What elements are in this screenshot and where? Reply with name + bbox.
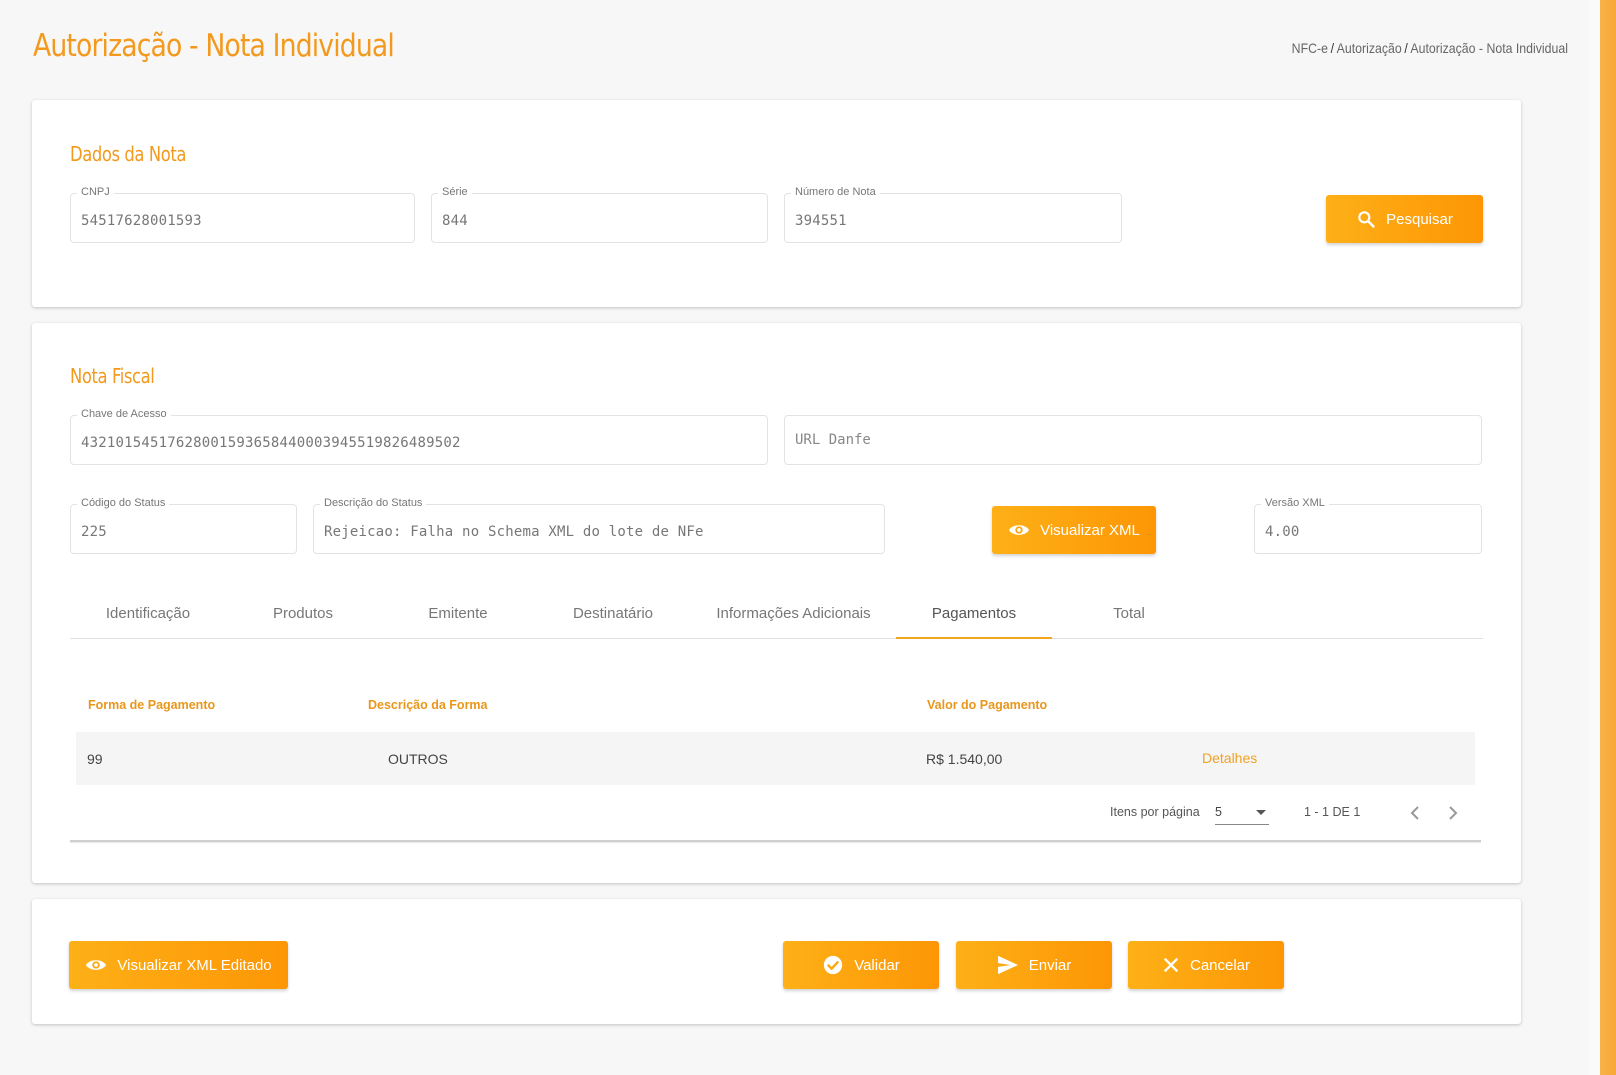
side-panel-edge	[1600, 0, 1616, 1075]
send-icon	[997, 955, 1018, 975]
descricao-status-value: Rejeicao: Falha no Schema XML do lote de…	[324, 524, 704, 540]
table-divider	[70, 840, 1481, 842]
cell-valor: R$ 1.540,00	[926, 751, 1003, 767]
column-forma-pagamento: Forma de Pagamento	[88, 698, 216, 712]
tab-identificacao[interactable]: Identificação	[70, 595, 226, 639]
cancelar-button[interactable]: Cancelar	[1128, 941, 1284, 989]
scrollbar-track[interactable]	[1590, 0, 1600, 1075]
breadcrumb: NFC-e / Autorização / Autorização - Nota Ind…	[1292, 40, 1568, 56]
descricao-status-field[interactable]: Descrição do Status Rejeicao: Falha no S…	[313, 497, 885, 554]
cnpj-field[interactable]: CNPJ 54517628001593	[70, 186, 415, 243]
cancelar-label: Cancelar	[1189, 956, 1251, 974]
page-size-value: 5	[1215, 805, 1222, 819]
nota-tabs: Identificação Produtos Emitente Destinat…	[70, 595, 1483, 639]
next-page-button[interactable]	[1443, 803, 1463, 823]
search-icon	[1358, 211, 1375, 228]
breadcrumb-separator: /	[1404, 40, 1408, 56]
validar-label: Validar	[854, 956, 900, 974]
numero-nota-field[interactable]: Número de Nota 394551	[784, 186, 1122, 243]
column-descricao-forma: Descrição da Forma	[368, 698, 488, 712]
versao-xml-value: 4.00	[1265, 524, 1300, 540]
page-range: 1 - 1 DE 1	[1304, 805, 1361, 819]
chevron-left-icon	[1410, 806, 1419, 820]
page-size-select[interactable]: 5	[1215, 803, 1269, 825]
chevron-right-icon	[1449, 806, 1458, 820]
serie-value: 844	[442, 213, 468, 229]
nota-fiscal-title: Nota Fiscal	[70, 364, 155, 388]
tab-produtos[interactable]: Produtos	[225, 595, 381, 639]
chave-acesso-label: Chave de Acesso	[77, 408, 171, 420]
detalhes-link[interactable]: Detalhes	[1202, 750, 1257, 766]
cnpj-label: CNPJ	[77, 186, 114, 198]
eye-icon	[86, 960, 107, 970]
check-circle-icon	[824, 955, 843, 975]
cell-forma: 99	[87, 751, 103, 767]
numero-nota-label: Número de Nota	[791, 186, 880, 198]
breadcrumb-separator: /	[1330, 40, 1335, 56]
eye-icon	[1009, 525, 1030, 535]
serie-field[interactable]: Série 844	[431, 186, 768, 243]
tab-total[interactable]: Total	[1051, 595, 1207, 639]
serie-label: Série	[438, 186, 472, 198]
pesquisar-label: Pesquisar	[1386, 210, 1453, 228]
close-icon	[1163, 957, 1179, 973]
visualizar-xml-label: Visualizar XML	[1040, 521, 1140, 539]
visualizar-xml-editado-button[interactable]: Visualizar XML Editado	[69, 941, 288, 989]
codigo-status-label: Código do Status	[77, 497, 170, 509]
visualizar-xml-editado-label: Visualizar XML Editado	[117, 956, 272, 974]
enviar-button[interactable]: Enviar	[956, 941, 1112, 989]
dados-nota-card: Dados da Nota CNPJ 54517628001593 Série …	[32, 100, 1521, 307]
codigo-status-field[interactable]: Código do Status 225	[70, 497, 297, 554]
table-row: 99 OUTROS R$ 1.540,00 Detalhes	[76, 732, 1475, 785]
cnpj-value: 54517628001593	[81, 213, 202, 229]
chave-acesso-field[interactable]: Chave de Acesso 432101545176280015936584…	[70, 408, 768, 465]
visualizar-xml-button[interactable]: Visualizar XML	[992, 506, 1156, 554]
url-danfe-placeholder: URL Danfe	[795, 432, 871, 448]
cell-descricao: OUTROS	[388, 751, 448, 767]
descricao-status-label: Descrição do Status	[320, 497, 427, 509]
url-danfe-field[interactable]: URL Danfe	[784, 415, 1482, 465]
enviar-label: Enviar	[1028, 956, 1072, 974]
previous-page-button[interactable]	[1405, 803, 1425, 823]
numero-nota-value: 394551	[795, 213, 847, 229]
breadcrumb-item-autorizacao[interactable]: Autorização	[1337, 40, 1402, 56]
chave-acesso-value: 4321015451762800159365844000394551982648…	[81, 435, 461, 451]
column-valor-pagamento: Valor do Pagamento	[927, 698, 1048, 712]
tab-emitente[interactable]: Emitente	[380, 595, 536, 639]
items-per-page-label: Itens por página	[1110, 805, 1200, 819]
breadcrumb-item-nfce[interactable]: NFC-e	[1292, 40, 1328, 56]
pesquisar-button[interactable]: Pesquisar	[1326, 195, 1483, 243]
page-title: Autorização - Nota Individual	[33, 28, 395, 64]
tab-destinatario[interactable]: Destinatário	[535, 595, 691, 639]
breadcrumb-item-current: Autorização - Nota Individual	[1410, 40, 1568, 56]
versao-xml-label: Versão XML	[1261, 497, 1329, 509]
dados-nota-title: Dados da Nota	[70, 142, 187, 166]
versao-xml-field[interactable]: Versão XML 4.00	[1254, 497, 1482, 554]
tab-informacoes-adicionais[interactable]: Informações Adicionais	[690, 595, 897, 639]
chevron-down-icon	[1256, 810, 1266, 815]
codigo-status-value: 225	[81, 524, 107, 540]
validar-button[interactable]: Validar	[783, 941, 939, 989]
tab-pagamentos[interactable]: Pagamentos	[896, 595, 1052, 639]
